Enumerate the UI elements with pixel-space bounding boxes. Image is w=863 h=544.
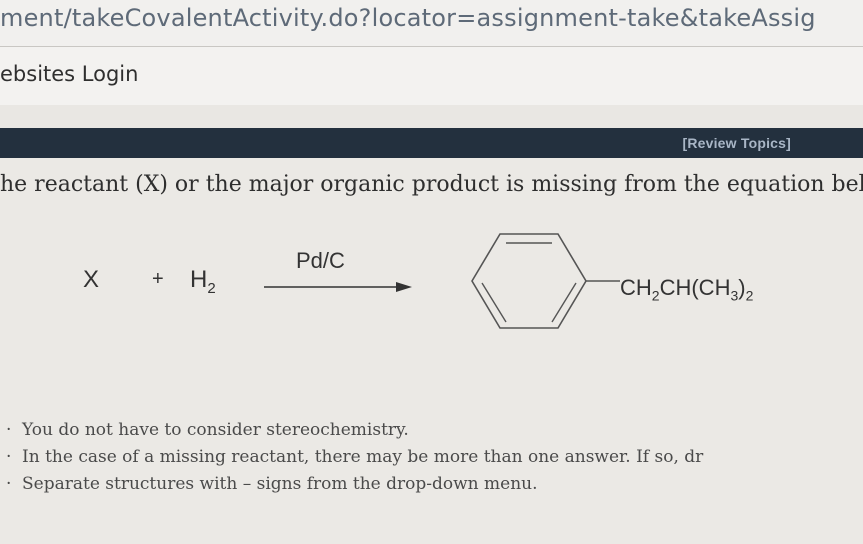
reactant-x: X bbox=[83, 266, 100, 293]
bullet-icon: · bbox=[6, 474, 12, 494]
list-item: · Separate structures with – signs from t… bbox=[6, 474, 703, 501]
substituent-part-3: ) bbox=[738, 275, 746, 300]
plus-sign: + bbox=[152, 268, 164, 290]
substituent-sub-1: 2 bbox=[651, 287, 660, 304]
bullet-icon: · bbox=[6, 420, 12, 440]
instruction-text: You do not have to consider stereochemis… bbox=[22, 420, 409, 440]
benzene-ring-icon bbox=[471, 233, 620, 329]
instruction-text: In the case of a missing reactant, there… bbox=[22, 447, 704, 467]
url-text[interactable]: ment/takeCovalentActivity.do?locator=ass… bbox=[0, 4, 816, 32]
address-bar[interactable]: ment/takeCovalentActivity.do?locator=ass… bbox=[0, 0, 863, 47]
product-substituent: CH2CH(CH3)2 bbox=[620, 275, 753, 303]
substituent-sub-3: 2 bbox=[745, 287, 754, 304]
question-prompt: he reactant (X) or the major organic pro… bbox=[0, 172, 863, 197]
bookmark-websites-login[interactable]: ebsites Login bbox=[0, 62, 138, 86]
substituent-part-1: CH bbox=[620, 275, 652, 300]
hydrogen-reagent: H2 bbox=[190, 266, 216, 297]
hydrogen-subscript: 2 bbox=[207, 279, 216, 297]
list-item: · You do not have to consider stereochemi… bbox=[6, 420, 703, 447]
toolbar-gap bbox=[0, 105, 863, 128]
instruction-text: Separate structures with – signs from th… bbox=[22, 474, 538, 494]
list-item: · In the case of a missing reactant, ther… bbox=[6, 447, 704, 474]
substituent-part-2: CH(CH bbox=[659, 275, 731, 300]
review-topics-link[interactable]: [Review Topics] bbox=[682, 135, 791, 151]
bullet-icon: · bbox=[6, 447, 12, 467]
instruction-list: · You do not have to consider stereochemi… bbox=[6, 420, 704, 501]
hydrogen-symbol: H bbox=[190, 266, 208, 293]
catalyst-label: Pd/C bbox=[296, 248, 345, 273]
reaction-arrow-icon bbox=[264, 282, 412, 292]
